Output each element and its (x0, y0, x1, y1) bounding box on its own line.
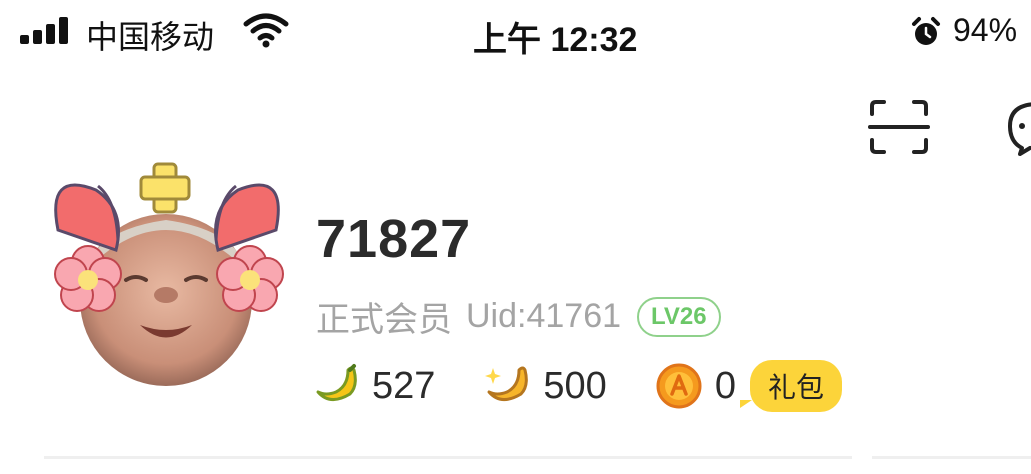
wifi-icon (243, 12, 289, 53)
avatar[interactable] (36, 150, 298, 400)
banana-stat[interactable]: 527 (312, 362, 435, 410)
status-bar: 中国移动 上午 12:32 94% (0, 0, 1031, 64)
gift-button[interactable]: 礼包 (739, 360, 842, 412)
banana-count: 527 (372, 364, 436, 407)
gold-banana-count: 500 (543, 364, 607, 407)
sparkle-banana-icon (485, 366, 529, 401)
divider (872, 456, 1031, 459)
scan-button[interactable] (868, 98, 930, 156)
divider (44, 456, 852, 459)
message-icon (1008, 102, 1031, 156)
username: 71827 (316, 209, 472, 269)
coin-count: 0 (714, 364, 736, 407)
message-button[interactable] (1004, 98, 1031, 156)
gold-banana-stat[interactable]: 500 (483, 362, 607, 410)
level-badge[interactable]: LV26 (637, 296, 721, 337)
banana-icon (316, 364, 357, 401)
scan-icon (868, 100, 930, 154)
member-type: 正式会员 (316, 301, 452, 339)
alarm-icon (910, 16, 942, 53)
coin-stat[interactable]: 0 (655, 362, 736, 410)
user-id: Uid:41761 (466, 297, 622, 335)
signal-icon (20, 16, 68, 44)
member-info: 正式会员 Uid:41761 LV26 (316, 292, 721, 341)
battery-percent: 94% (953, 12, 1018, 48)
coin-icon (656, 363, 702, 409)
status-time: 上午 12:32 (473, 21, 638, 59)
carrier-name: 中国移动 (86, 19, 215, 55)
stats-row: 527 500 0 礼包 (312, 360, 842, 412)
